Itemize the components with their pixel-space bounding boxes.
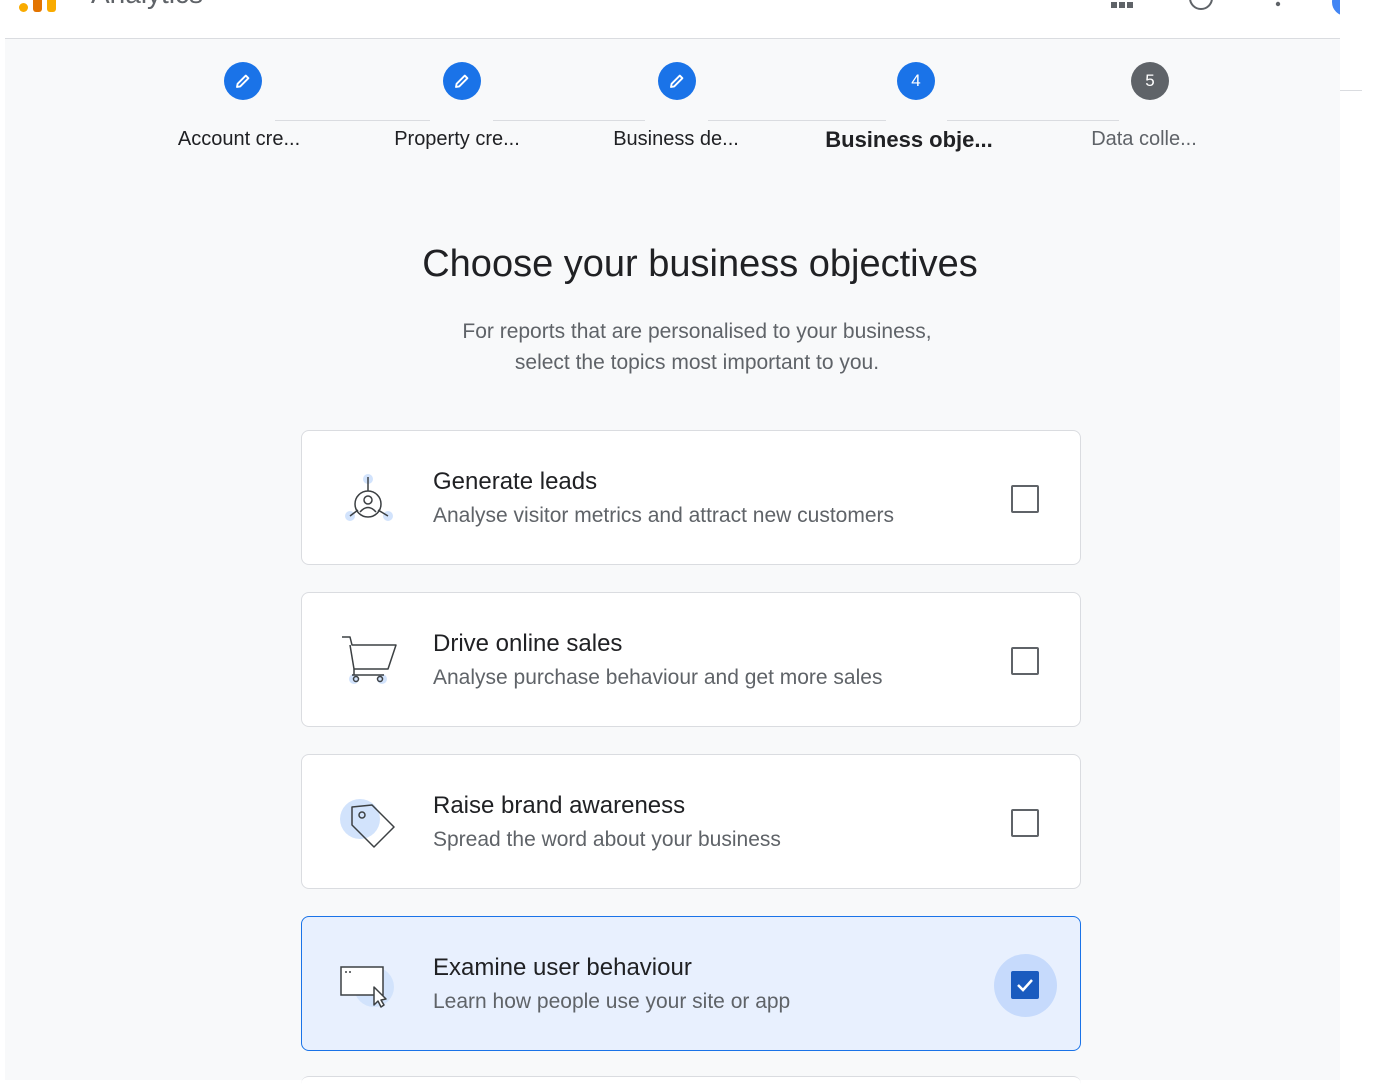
side-panel-edge-lower — [1362, 90, 1400, 132]
step-4-label: Business obje... — [825, 127, 993, 152]
step-4-number: 4 — [897, 62, 935, 100]
stepper-connector — [493, 120, 645, 121]
objective-title: Examine user behaviour — [433, 954, 692, 981]
step-3-edit-icon[interactable] — [658, 62, 696, 100]
drive-online-sales-checkbox[interactable] — [1011, 647, 1039, 675]
tag-icon — [338, 793, 398, 853]
browser-cursor-icon — [338, 955, 398, 1015]
objective-card-partial[interactable] — [301, 1076, 1081, 1087]
objective-card-generate-leads[interactable]: Generate leads Analyse visitor metrics a… — [301, 430, 1081, 565]
step-5-label: Data colle... — [1091, 128, 1197, 150]
top-app-bar: Analytics — [5, 0, 1362, 39]
more-vert-icon[interactable] — [1267, 0, 1289, 8]
examine-user-behaviour-checkbox[interactable] — [1011, 971, 1039, 999]
apps-grid-icon[interactable] — [1111, 0, 1133, 8]
objective-title: Drive online sales — [433, 630, 623, 657]
step-1-label[interactable]: Account cre... — [139, 128, 339, 151]
stepper-connector — [947, 120, 1119, 121]
step-2-edit-icon[interactable] — [443, 62, 481, 100]
page-title: Choose your business objectives — [422, 243, 978, 285]
step-3-label[interactable]: Business de... — [576, 128, 776, 151]
leads-icon — [338, 469, 398, 529]
shopping-cart-icon — [338, 631, 398, 691]
page-subtitle: For reports that are personalised to you… — [5, 316, 1389, 378]
raise-brand-awareness-checkbox[interactable] — [1011, 809, 1039, 837]
objective-card-examine-user-behaviour[interactable]: Examine user behaviour Learn how people … — [301, 916, 1081, 1051]
checkmark-icon — [1017, 979, 1033, 992]
subtitle-line-1: For reports that are personalised to you… — [462, 320, 932, 343]
objective-description: Analyse visitor metrics and attract new … — [433, 504, 894, 527]
generate-leads-checkbox[interactable] — [1011, 485, 1039, 513]
stepper-connector — [275, 120, 430, 121]
side-panel-edge — [1340, 0, 1400, 91]
step-1-edit-icon[interactable] — [224, 62, 262, 100]
help-icon[interactable] — [1189, 0, 1213, 10]
step-2-label[interactable]: Property cre... — [357, 128, 557, 151]
objective-card-raise-brand-awareness[interactable]: Raise brand awareness Spread the word ab… — [301, 754, 1081, 889]
app-name: Analytics — [91, 0, 203, 10]
main-content: 4 5 Account cre... Property cre... Busin… — [5, 39, 1340, 1087]
analytics-logo-icon[interactable] — [19, 0, 67, 12]
objective-title: Generate leads — [433, 468, 598, 495]
objective-description: Spread the word about your business — [433, 828, 781, 851]
objective-title: Raise brand awareness — [433, 792, 686, 819]
subtitle-line-2: select the topics most important to you. — [514, 351, 880, 374]
objective-card-drive-online-sales[interactable]: Drive online sales Analyse purchase beha… — [301, 592, 1081, 727]
objective-description: Analyse purchase behaviour and get more … — [433, 666, 883, 689]
stepper-connector — [708, 120, 886, 121]
objective-description: Learn how people use your site or app — [433, 990, 791, 1013]
step-5-number: 5 — [1131, 62, 1169, 100]
